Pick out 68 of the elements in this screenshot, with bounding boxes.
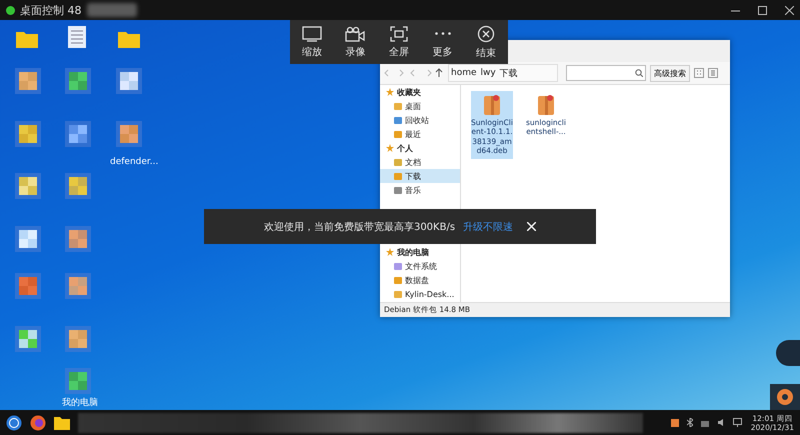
advanced-search-button[interactable]: 高级搜索 <box>650 64 690 82</box>
blurred-desktop-icon[interactable] <box>15 121 41 147</box>
sidebar-section-header[interactable]: 收藏夹 <box>380 85 460 99</box>
star-icon <box>386 144 394 152</box>
star-icon <box>386 88 394 96</box>
blurred-desktop-icon[interactable] <box>15 68 41 94</box>
sidebar-item[interactable]: 文件系统 <box>380 259 460 273</box>
blurred-desktop-icon[interactable] <box>116 121 142 147</box>
start-menu-icon[interactable] <box>6 414 22 430</box>
grid-view-icon[interactable] <box>694 68 704 78</box>
sidebar-item[interactable]: 音乐 <box>380 183 460 197</box>
blurred-desktop-icon[interactable] <box>65 368 91 394</box>
browser-icon[interactable] <box>30 414 46 430</box>
sidebar-item[interactable]: 下载 <box>380 169 460 183</box>
bluetooth-icon[interactable] <box>686 418 693 427</box>
blurred-desktop-icon[interactable] <box>65 226 91 252</box>
sidebar-item[interactable]: 最近 <box>380 127 460 141</box>
breadcrumb[interactable]: lwy <box>478 68 498 78</box>
document-icon[interactable] <box>68 26 86 48</box>
blurred-desktop-icon[interactable] <box>65 326 91 352</box>
search-icon <box>635 69 643 77</box>
toolbar-button[interactable]: 缩放 <box>298 24 326 60</box>
floating-widget[interactable] <box>776 340 800 366</box>
close-circle-icon <box>477 24 496 42</box>
blurred-text <box>86 3 136 17</box>
navigation-arrows-icon[interactable] <box>384 68 444 78</box>
blurred-desktop-icon[interactable] <box>15 226 41 252</box>
breadcrumb[interactable]: home <box>449 68 479 78</box>
sidebar-item[interactable]: 回收站 <box>380 113 460 127</box>
blurred-desktop-icon[interactable] <box>65 121 91 147</box>
settings-button[interactable] <box>770 384 800 410</box>
volume-icon[interactable] <box>716 418 725 427</box>
blurred-desktop-icon[interactable] <box>15 326 41 352</box>
close-icon[interactable] <box>785 6 794 14</box>
fullscreen-icon <box>390 26 408 42</box>
sidebar-section-header[interactable]: 我的电脑 <box>380 245 460 259</box>
blurred-desktop-icon[interactable] <box>65 68 91 94</box>
sidebar-section-header[interactable]: 个人 <box>380 141 460 155</box>
desktop-icon-label: defender... <box>110 157 158 167</box>
search-field[interactable] <box>566 65 646 81</box>
notice-message: 欢迎使用，当前免费版带宽最高享300KB/s <box>264 220 456 234</box>
package-icon <box>537 94 555 116</box>
status-dot-icon <box>6 6 15 14</box>
more-icon <box>434 32 451 34</box>
toolbar-button[interactable]: 录像 <box>341 24 370 60</box>
sidebar-item[interactable]: 数据盘 <box>380 273 460 287</box>
blurred-desktop-icon[interactable] <box>65 273 91 299</box>
package-icon <box>483 94 501 116</box>
sidebar-item[interactable]: 桌面 <box>380 99 460 113</box>
video-camera-icon <box>345 26 366 42</box>
list-view-icon[interactable] <box>708 68 718 78</box>
toolbar-button[interactable]: 更多 <box>428 24 457 60</box>
one-to-one-icon <box>302 26 322 42</box>
maximize-icon[interactable] <box>758 6 767 14</box>
upgrade-link[interactable]: 升级不限速 <box>463 220 514 234</box>
close-icon <box>527 222 536 231</box>
blurred-desktop-icon[interactable] <box>116 68 142 94</box>
star-icon <box>386 248 394 256</box>
toolbar-button[interactable]: 结束 <box>472 22 500 62</box>
app-tray-icon[interactable] <box>670 418 679 426</box>
sidebar-item[interactable]: 文档 <box>380 155 460 169</box>
sidebar-item[interactable]: Kylin-Desk... <box>380 287 460 301</box>
breadcrumb[interactable]: 下载 <box>498 66 520 80</box>
toolbar-button[interactable]: 全屏 <box>384 24 413 60</box>
desktop-icon-label: 我的电脑 <box>62 396 98 409</box>
blurred-desktop-icon[interactable] <box>15 173 41 199</box>
blurred-desktop-icon[interactable] <box>65 173 91 199</box>
window-title: 桌面控制 48 <box>20 2 82 18</box>
